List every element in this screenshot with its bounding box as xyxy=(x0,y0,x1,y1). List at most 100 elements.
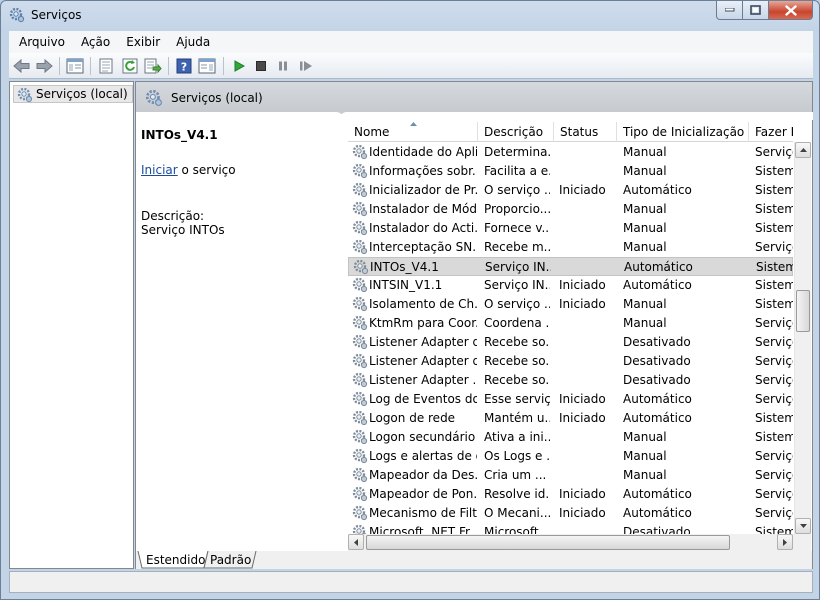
help-button[interactable]: ? xyxy=(175,57,193,75)
export-list-button[interactable] xyxy=(144,57,162,75)
service-row[interactable]: Informações sobr... Facilita a e... Manual… xyxy=(348,162,793,181)
cell-startup: Automático xyxy=(623,487,692,501)
cell-logon: Sistema xyxy=(755,411,793,425)
vertical-scroll-thumb[interactable] xyxy=(796,290,810,332)
service-row[interactable]: Identidade do Apli... Determina... Manual S… xyxy=(348,143,793,162)
cell-startup: Desativado xyxy=(623,373,691,387)
cell-startup: Automático xyxy=(623,411,692,425)
column-header-nome[interactable]: Nome xyxy=(348,122,478,142)
forward-button[interactable] xyxy=(35,57,53,75)
cell-logon: Serviço xyxy=(755,373,793,387)
horizontal-scrollbar[interactable] xyxy=(348,534,794,551)
scroll-right-button[interactable] xyxy=(777,534,793,550)
service-gear-icon xyxy=(352,315,368,334)
cell-status: Iniciado xyxy=(559,183,606,197)
scroll-left-button[interactable] xyxy=(348,534,364,550)
title-bar[interactable]: Serviços xyxy=(1,1,819,29)
cell-name: KtmRm para Coor... xyxy=(369,316,477,330)
service-row[interactable]: Instalador do Acti... Fornece v... Manual S… xyxy=(348,219,793,238)
horizontal-scroll-thumb[interactable] xyxy=(366,535,730,550)
menu-acao[interactable]: Ação xyxy=(71,35,116,49)
pause-service-button[interactable] xyxy=(274,57,292,75)
show-hide-console-tree-button[interactable] xyxy=(66,57,84,75)
cell-startup: Automático xyxy=(623,278,692,292)
forward-arrow-icon xyxy=(36,58,53,74)
service-row[interactable]: Mecanismo de Filt... O Mecani... Iniciado A… xyxy=(348,504,793,523)
service-row[interactable]: Logon secundário Ativa a ini... Manual Sist… xyxy=(348,428,793,447)
service-row[interactable]: Instalador de Mód... Proporcio... Manual Si… xyxy=(348,200,793,219)
service-row[interactable]: Isolamento de Ch... O serviço ... Iniciado… xyxy=(348,295,793,314)
menu-ajuda[interactable]: Ajuda xyxy=(166,35,216,49)
service-row[interactable]: INTSIN_V1.1 Serviço IN... Iniciado Automáti… xyxy=(348,276,793,295)
cell-name: Listener Adapter d... xyxy=(369,354,477,368)
cell-name: Listener Adapter ... xyxy=(369,373,477,387)
service-row[interactable]: Listener Adapter d... Recebe so... Desativ… xyxy=(348,333,793,352)
start-service-button[interactable] xyxy=(230,57,248,75)
service-row[interactable]: INTOs_V4.1 Serviço IN... Automático Sistema xyxy=(348,257,793,276)
tree-item-services-local[interactable]: Serviços (local) xyxy=(13,85,133,103)
description-label: Descrição: xyxy=(141,209,205,223)
menu-arquivo[interactable]: Arquivo xyxy=(9,35,71,49)
service-gear-icon xyxy=(352,448,368,467)
cell-startup: Manual xyxy=(623,145,667,159)
cell-logon: Serviço xyxy=(755,240,793,254)
service-row[interactable]: Inicializador de Pr... O serviço ... Inici… xyxy=(348,181,793,200)
maximize-button[interactable] xyxy=(743,1,769,20)
tab-padrao[interactable]: Padrão xyxy=(200,551,257,569)
cell-desc: O serviço ... xyxy=(484,297,550,311)
service-action-suffix: o serviço xyxy=(177,163,236,177)
service-gear-icon xyxy=(352,277,368,296)
back-button[interactable] xyxy=(13,57,31,75)
scroll-up-button[interactable] xyxy=(795,142,811,158)
service-gear-icon xyxy=(352,505,368,524)
cell-startup: Manual xyxy=(623,449,667,463)
help-icon: ? xyxy=(176,58,192,74)
service-row[interactable]: Mapeador da Des... Cria um ... Manual Servi… xyxy=(348,466,793,485)
cell-desc: Coordena ... xyxy=(484,316,550,330)
service-gear-icon xyxy=(352,410,368,429)
service-row[interactable]: Listener Adapter d... Recebe so... Desativ… xyxy=(348,352,793,371)
service-row[interactable]: Logon de rede Mantém u... Iniciado Automáti… xyxy=(348,409,793,428)
menu-exibir[interactable]: Exibir xyxy=(116,35,166,49)
cell-startup: Manual xyxy=(623,316,667,330)
service-gear-icon xyxy=(352,163,368,182)
close-button[interactable] xyxy=(769,1,813,20)
cell-desc: Fornece v... xyxy=(484,221,550,235)
cell-logon: Serviço xyxy=(755,487,793,501)
cell-startup: Manual xyxy=(623,240,667,254)
service-row[interactable]: Mapeador de Pon... Resolve id... Iniciado A… xyxy=(348,485,793,504)
details-pane: Serviços (local) INTOs_V4.1 Iniciar o se… xyxy=(135,81,813,569)
stop-service-button[interactable] xyxy=(252,57,270,75)
start-service-link[interactable]: Iniciar xyxy=(141,163,178,177)
service-row[interactable]: KtmRm para Coor... Coordena ... Manual Serv… xyxy=(348,314,793,333)
menu-bar: Arquivo Ação Exibir Ajuda xyxy=(9,31,813,53)
show-hide-action-pane-button[interactable] xyxy=(198,57,216,75)
cell-desc: Serviço IN... xyxy=(485,260,551,274)
service-row[interactable]: Logs e alertas de d... Os Logs e ... Manua… xyxy=(348,447,793,466)
scroll-down-button[interactable] xyxy=(795,518,811,534)
export-icon xyxy=(144,58,162,74)
service-row[interactable]: Listener Adapter ... Recebe so... Desativa… xyxy=(348,371,793,390)
cell-logon: Sistema xyxy=(755,297,793,311)
cell-name: Informações sobr... xyxy=(369,164,477,178)
service-row[interactable]: Interceptação SN... Recebe m... Manual Serv… xyxy=(348,238,793,257)
cell-name: Mapeador da Des... xyxy=(369,468,477,482)
vertical-scrollbar[interactable] xyxy=(794,142,811,534)
service-gear-icon xyxy=(352,486,368,505)
view-tabs: Estendido Padrão xyxy=(136,551,812,569)
refresh-button[interactable] xyxy=(121,57,139,75)
column-header-tipo-inicializacao[interactable]: Tipo de Inicialização xyxy=(617,122,749,142)
window-title: Serviços xyxy=(31,8,82,22)
minimize-button[interactable] xyxy=(716,1,743,20)
properties-button[interactable] xyxy=(97,57,115,75)
cell-startup: Manual xyxy=(623,164,667,178)
column-header-descricao[interactable]: Descrição xyxy=(478,122,554,142)
cell-name: Instalador do Acti... xyxy=(369,221,477,235)
cell-desc: Esse serviç... xyxy=(484,392,550,406)
cell-logon: Sistema xyxy=(755,183,793,197)
cell-name: Instalador de Mód... xyxy=(369,202,477,216)
service-row[interactable]: Log de Eventos do... Esse serviç... Inicia… xyxy=(348,390,793,409)
column-header-status[interactable]: Status xyxy=(554,122,617,142)
restart-service-button[interactable] xyxy=(297,57,315,75)
column-header-fazer-logon[interactable]: Fazer Lo xyxy=(749,122,793,142)
